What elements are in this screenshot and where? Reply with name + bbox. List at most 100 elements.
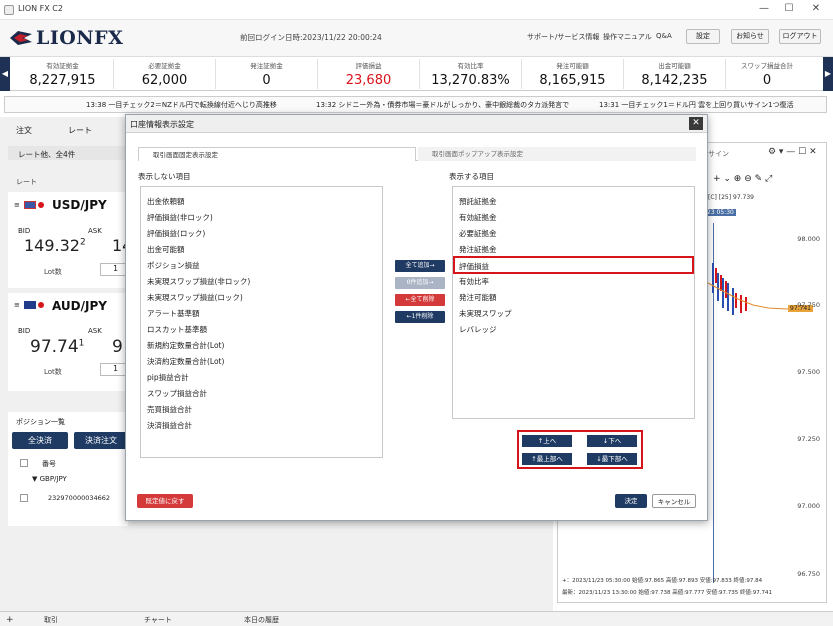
news-item[interactable]: 13:38 一目チェック2＝NZドル円で転換線付近へじり高推移 (86, 100, 277, 110)
list-item[interactable]: pip損益合計 (147, 372, 189, 383)
menu-rate[interactable]: レート (68, 125, 92, 136)
summary-required-margin: 必要証拠金 62,000 (114, 59, 216, 89)
list-item[interactable]: レバレッジ (459, 324, 497, 335)
add-tab-icon[interactable]: + (6, 615, 14, 625)
add-all-button[interactable]: 全て追加→ (395, 260, 445, 272)
rate-card-usdjpy[interactable]: ≡ USD/JPY BID ASK 149.322 14 Lot数 1 (8, 192, 132, 288)
rate-card-audjpy[interactable]: ≡ AUD/JPY BID ASK 97.741 9 Lot数 1 (8, 293, 128, 391)
position-number[interactable]: 232970000034662 (48, 494, 110, 502)
news-item[interactable]: 13:31 一目チェック1＝ドル円 雲を上回り買いサイン1つ復活 (599, 100, 794, 110)
list-item[interactable]: 決済損益合計 (147, 420, 192, 431)
logout-button[interactable]: ログアウト (779, 29, 821, 44)
ask-price[interactable]: 9 (112, 337, 123, 357)
news-ticker[interactable]: 13:38 一目チェック2＝NZドル円で転換線付近へじり高推移 13:32 シド… (4, 96, 827, 113)
tab-history[interactable]: 本日の履歴 (244, 615, 279, 625)
chart-footer-2: 最新：2023/11/23 13:30:00 始値:97.738 高値:97.7… (562, 590, 773, 596)
tab-fixed-display[interactable]: 取引画面固定表示設定 (138, 147, 416, 161)
lionfx-logo: LIONFX (8, 25, 123, 51)
bid-label: BID (18, 227, 31, 235)
list-item[interactable]: 評価損益(ロック) (147, 228, 205, 239)
close-icon[interactable]: ✕ (689, 117, 703, 130)
jp-flag-icon (38, 202, 44, 208)
shown-items-list[interactable]: 預託証拠金 有効証拠金 必要証拠金 発注証拠金 評価損益 有効比率 発注可能額 … (452, 186, 695, 419)
bid-price[interactable]: 149.322 (24, 236, 86, 255)
shown-items-header: 表示する項目 (449, 172, 494, 181)
ask-label: ASK (88, 327, 102, 335)
list-item[interactable]: 未実現スワップ損益(非ロック) (147, 276, 250, 287)
list-item[interactable]: アラート基準額 (147, 308, 200, 319)
app-icon (4, 5, 14, 15)
list-item[interactable]: 未実現スワップ (459, 308, 512, 319)
list-item[interactable]: ロスカット基準額 (147, 324, 207, 335)
list-item[interactable]: ポジション損益 (147, 260, 200, 271)
faq-link[interactable]: Q&A (656, 32, 672, 40)
window-titlebar: LION FX C2 — ☐ ✕ (0, 0, 833, 20)
list-item[interactable]: スワップ損益合計 (147, 388, 207, 399)
add-one-button[interactable]: 0件追加→ (395, 277, 445, 289)
group-row[interactable]: ▼ GBP/JPY (32, 475, 67, 483)
remove-all-button[interactable]: ←全て削除 (395, 294, 445, 306)
close-icon[interactable]: ✕ (809, 3, 823, 14)
move-up-button[interactable]: ↑上へ (522, 435, 572, 447)
chart-tool-icons[interactable]: + ⌄ ⊕ ⊖ ✎ ⤢ (713, 174, 772, 184)
selected-list-item[interactable]: 評価損益 (453, 256, 694, 274)
list-item[interactable]: 新規約定数量合計(Lot) (147, 340, 224, 351)
tab-chart[interactable]: チャート (144, 615, 172, 625)
lot-label: Lot数 (44, 268, 62, 276)
manual-link[interactable]: 操作マニュアル (603, 32, 652, 42)
list-item[interactable]: 評価損益(非ロック) (147, 212, 213, 223)
notice-button[interactable]: お知らせ (731, 29, 769, 44)
scroll-right-icon[interactable]: ▶ (823, 57, 833, 91)
row-checkbox[interactable] (20, 494, 28, 502)
move-down-button[interactable]: ↓下へ (587, 435, 637, 447)
list-item[interactable]: 出金可能額 (147, 244, 185, 255)
list-item[interactable]: 発注可能額 (459, 292, 497, 303)
chart-time-tag: 23 05:30 (705, 209, 736, 216)
settle-order-button[interactable]: 決済注文 (74, 432, 128, 449)
list-item[interactable]: 必要証拠金 (459, 228, 497, 239)
reset-default-button[interactable]: 既定値に戻す (137, 494, 193, 508)
scroll-left-icon[interactable]: ◀ (0, 57, 10, 91)
account-info-settings-dialog: 口座情報表示設定 ✕ 取引画面固定表示設定 取引画面ポップアップ表示設定 表示し… (125, 114, 708, 521)
menu-icon[interactable]: ≡ (14, 201, 20, 209)
menu-order[interactable]: 注文 (16, 125, 32, 136)
move-bottom-button[interactable]: ↓最下部へ (587, 453, 637, 465)
bottom-tab-bar: + 取引 チャート 本日の履歴 (0, 611, 833, 626)
chart-window-controls[interactable]: ⚙ ▾ — ☐ ✕ (768, 147, 826, 159)
cancel-button[interactable]: キャンセル (652, 494, 696, 508)
tab-trade[interactable]: 取引 (44, 615, 58, 625)
move-top-button[interactable]: ↑最上部へ (522, 453, 572, 465)
list-item[interactable]: 出金依頼額 (147, 196, 185, 207)
settings-button[interactable]: 設定 (686, 29, 720, 44)
maximize-icon[interactable]: ☐ (782, 3, 796, 14)
ask-label: ASK (88, 227, 102, 235)
list-item[interactable]: 未実現スワップ損益(ロック) (147, 292, 243, 303)
settle-all-button[interactable]: 全決済 (12, 432, 68, 449)
minimize-icon[interactable]: — (757, 3, 771, 14)
list-item[interactable]: 決済約定数量合計(Lot) (147, 356, 224, 367)
bid-price[interactable]: 97.741 (30, 337, 84, 357)
rate-panel-header: レート他、全4件 (8, 146, 128, 160)
list-item[interactable]: 有効証拠金 (459, 212, 497, 223)
list-item[interactable]: 売買損益合計 (147, 404, 192, 415)
hidden-items-list[interactable]: 出金依頼額 評価損益(非ロック) 評価損益(ロック) 出金可能額 ポジション損益… (140, 186, 383, 458)
menu-icon[interactable]: ≡ (14, 301, 20, 309)
lot-input[interactable]: 1 (100, 263, 128, 276)
lot-input[interactable]: 1 (100, 363, 128, 376)
ok-button[interactable]: 決定 (615, 494, 647, 508)
candles-icon (708, 263, 788, 315)
support-link[interactable]: サポート/サービス情報 (527, 32, 599, 42)
tab-popup-display[interactable]: 取引画面ポップアップ表示設定 (418, 147, 696, 161)
chart-footer-1: +：2023/11/23 05:30:00 始値:97.865 高値:97.89… (562, 578, 763, 584)
dialog-header: 口座情報表示設定 ✕ (126, 115, 707, 133)
remove-one-button[interactable]: ←1件削除 (395, 311, 445, 323)
chart-toolbar-label: サイン (708, 150, 729, 158)
lion-icon (10, 31, 32, 45)
news-item[interactable]: 13:32 シドニー外為・債券市場＝豪ドルがしっかり、豪中銀総裁のタカ派発言で (316, 100, 569, 110)
bid-label: BID (18, 327, 31, 335)
list-item[interactable]: 発注証拠金 (459, 244, 497, 255)
order-buttons-group: ↑上へ ↓下へ ↑最上部へ ↓最下部へ (517, 430, 643, 469)
list-item[interactable]: 預託証拠金 (459, 196, 497, 207)
select-all-checkbox[interactable] (20, 459, 28, 467)
list-item[interactable]: 有効比率 (459, 276, 489, 287)
